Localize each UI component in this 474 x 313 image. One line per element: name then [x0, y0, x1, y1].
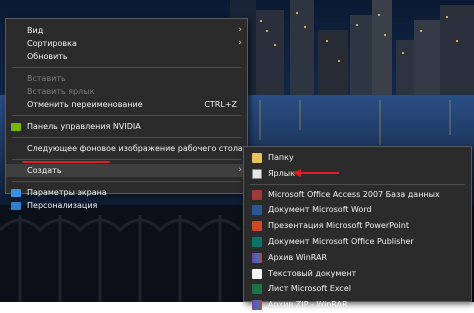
chevron-right-icon: ›: [238, 165, 242, 175]
submenu-item-winrar[interactable]: Архив WinRAR: [244, 250, 471, 266]
shortcut-icon: [252, 168, 262, 179]
submenu-item-powerpoint[interactable]: Презентация Microsoft PowerPoint: [244, 218, 471, 234]
menu-item-label: Параметры экрана: [27, 188, 107, 197]
menu-item-label: Отменить переименование: [27, 100, 143, 109]
nvidia-icon: [11, 123, 21, 131]
winrar-icon: [252, 252, 262, 263]
desktop-context-menu: Вид › Сортировка › Обновить Вставить Вст…: [5, 18, 248, 210]
menu-item-personalization[interactable]: Персонализация: [6, 199, 247, 212]
menu-item-label: Следующее фоновое изображение рабочего с…: [27, 144, 243, 153]
menu-item-label: Панель управления NVIDIA: [27, 122, 141, 131]
submenu-item-label: Папку: [268, 153, 294, 162]
word-icon: [252, 205, 262, 216]
submenu-item-label: Архив WinRAR: [268, 252, 328, 262]
folder-icon: [252, 153, 262, 163]
annotation-arrow-icon: [292, 169, 339, 177]
submenu-item-access-db[interactable]: Microsoft Office Access 2007 База данных: [244, 187, 471, 203]
access-icon: [252, 189, 262, 200]
annotation-underline: [22, 161, 110, 163]
chevron-right-icon: ›: [238, 38, 242, 48]
submenu-item-word-doc[interactable]: Документ Microsoft Word: [244, 202, 471, 218]
menu-item-paste: Вставить: [6, 72, 247, 85]
menu-item-paste-shortcut: Вставить ярлык: [6, 85, 247, 98]
menu-item-label: Создать: [27, 166, 62, 175]
display-icon: [11, 189, 21, 197]
menu-item-refresh[interactable]: Обновить: [6, 50, 247, 63]
submenu-item-folder[interactable]: Папку: [244, 150, 471, 166]
menu-item-label: Обновить: [27, 52, 68, 61]
menu-separator: [12, 67, 241, 68]
submenu-item-label: Презентация Microsoft PowerPoint: [268, 221, 409, 231]
menu-item-label: Вставить ярлык: [27, 87, 95, 96]
menu-separator: [250, 183, 465, 185]
menu-item-label: Сортировка: [27, 39, 77, 48]
submenu-item-excel[interactable]: Лист Microsoft Excel: [244, 281, 471, 297]
menu-item-next-background[interactable]: Следующее фоновое изображение рабочего с…: [6, 142, 247, 155]
powerpoint-icon: [252, 221, 262, 232]
menu-item-label: Вид: [27, 26, 44, 35]
menu-separator: [12, 159, 241, 160]
create-submenu: Папку Ярлык Microsoft Office Access 2007…: [243, 146, 472, 311]
menu-item-sort[interactable]: Сортировка ›: [6, 37, 247, 50]
keyboard-shortcut: CTRL+Z: [204, 100, 237, 109]
submenu-item-label: Документ Microsoft Word: [268, 205, 372, 215]
submenu-item-shortcut[interactable]: Ярлык: [244, 166, 471, 182]
menu-item-label: Вставить: [27, 74, 66, 83]
menu-item-view[interactable]: Вид ›: [6, 24, 247, 37]
submenu-item-zip[interactable]: Архив ZIP - WinRAR: [244, 297, 471, 313]
submenu-item-label: Лист Microsoft Excel: [268, 284, 351, 294]
menu-separator: [12, 137, 241, 138]
text-document-icon: [252, 268, 262, 279]
submenu-item-label: Текстовый документ: [268, 268, 357, 278]
menu-item-display-settings[interactable]: Параметры экрана: [6, 186, 247, 199]
submenu-item-label: Документ Microsoft Office Publisher: [268, 236, 414, 246]
excel-icon: [252, 284, 262, 295]
menu-separator: [12, 181, 241, 182]
menu-item-nvidia-control-panel[interactable]: Панель управления NVIDIA: [6, 120, 247, 133]
menu-item-label: Персонализация: [27, 201, 98, 210]
personalization-icon: [11, 202, 21, 210]
chevron-right-icon: ›: [238, 25, 242, 35]
menu-item-create[interactable]: Создать ›: [6, 164, 247, 177]
submenu-item-label: Ярлык: [268, 168, 295, 178]
menu-separator: [12, 115, 241, 116]
submenu-item-text-doc[interactable]: Текстовый документ: [244, 266, 471, 282]
menu-item-undo-rename[interactable]: Отменить переименование CTRL+Z: [6, 98, 247, 111]
submenu-item-label: Microsoft Office Access 2007 База данных: [268, 189, 440, 199]
publisher-icon: [252, 236, 262, 247]
submenu-item-publisher[interactable]: Документ Microsoft Office Publisher: [244, 234, 471, 250]
